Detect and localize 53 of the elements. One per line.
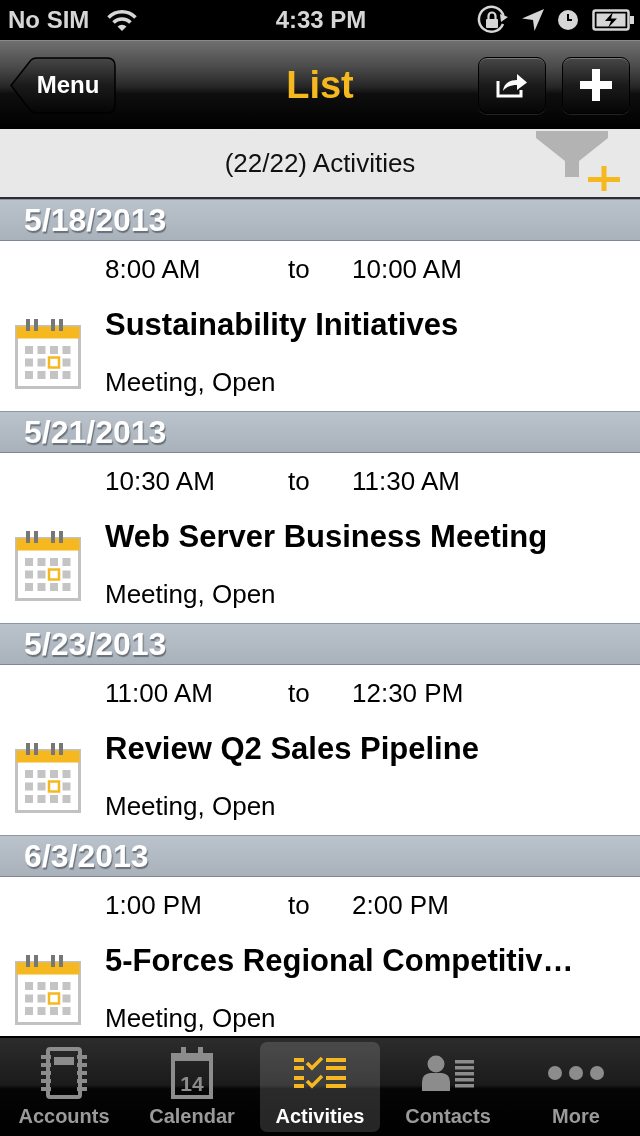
clock-icon xyxy=(558,10,578,30)
end-time: 12:30 PM xyxy=(352,677,465,709)
time-separator: to xyxy=(288,889,311,921)
activity-count: (22/22) Activities xyxy=(224,147,416,179)
section-date: 5/18/2013 xyxy=(24,201,167,239)
time-separator: to xyxy=(288,465,311,497)
start-time: 10:30 AM xyxy=(105,465,216,497)
carrier-label: No SIM xyxy=(8,5,90,35)
activity-title: 5-Forces Regional Competitiv… xyxy=(105,943,575,979)
add-button[interactable] xyxy=(562,56,630,114)
tab-item[interactable]: 14 Calendar xyxy=(132,1042,252,1132)
tab-item[interactable]: Accounts xyxy=(4,1042,124,1132)
back-button[interactable]: Menu xyxy=(10,56,116,114)
tab-item[interactable]: Contacts xyxy=(388,1042,508,1132)
location-arrow-icon xyxy=(522,9,544,31)
battery-charging-icon xyxy=(592,9,634,31)
calendar-icon xyxy=(15,743,81,813)
activity-details: Meeting, Open xyxy=(105,366,277,398)
clock-time: 4:33 PM xyxy=(275,5,367,35)
start-time: 1:00 PM xyxy=(105,889,203,921)
calendar-icon xyxy=(171,1047,213,1099)
tab-item[interactable]: More xyxy=(516,1042,636,1132)
activity-title: Web Server Business Meeting xyxy=(105,519,549,555)
activity-title: Sustainability Initiatives xyxy=(105,307,460,343)
start-time: 8:00 AM xyxy=(105,253,202,285)
activity-details: Meeting, Open xyxy=(105,1002,277,1034)
screen-title: List xyxy=(286,63,354,107)
share-icon xyxy=(496,72,528,98)
activity-details: Meeting, Open xyxy=(105,790,277,822)
time-separator: to xyxy=(288,253,311,285)
end-time: 2:00 PM xyxy=(352,889,450,921)
time-separator: to xyxy=(288,677,311,709)
rotation-lock-icon xyxy=(476,4,508,36)
wifi-icon xyxy=(107,9,138,31)
activity-details: Meeting, Open xyxy=(105,578,277,610)
end-time: 10:00 AM xyxy=(352,253,463,285)
section-date: 6/3/2013 xyxy=(24,837,149,875)
plus-icon xyxy=(580,69,612,101)
calendar-day-number: 14 xyxy=(180,1072,204,1095)
section-date: 5/23/2013 xyxy=(24,625,167,663)
calendar-icon xyxy=(15,319,81,389)
checklist-icon xyxy=(294,1057,346,1089)
calendar-icon xyxy=(15,955,81,1025)
start-time: 11:00 AM xyxy=(105,677,214,709)
contact-icon xyxy=(422,1055,474,1091)
share-button[interactable] xyxy=(478,56,546,114)
notebook-icon xyxy=(41,1047,87,1099)
section-date: 5/21/2013 xyxy=(24,413,167,451)
activity-title: Review Q2 Sales Pipeline xyxy=(105,731,480,767)
tab-item[interactable]: Activities xyxy=(260,1042,380,1132)
calendar-icon xyxy=(15,531,81,601)
end-time: 11:30 AM xyxy=(352,465,461,497)
more-icon xyxy=(548,1066,604,1080)
